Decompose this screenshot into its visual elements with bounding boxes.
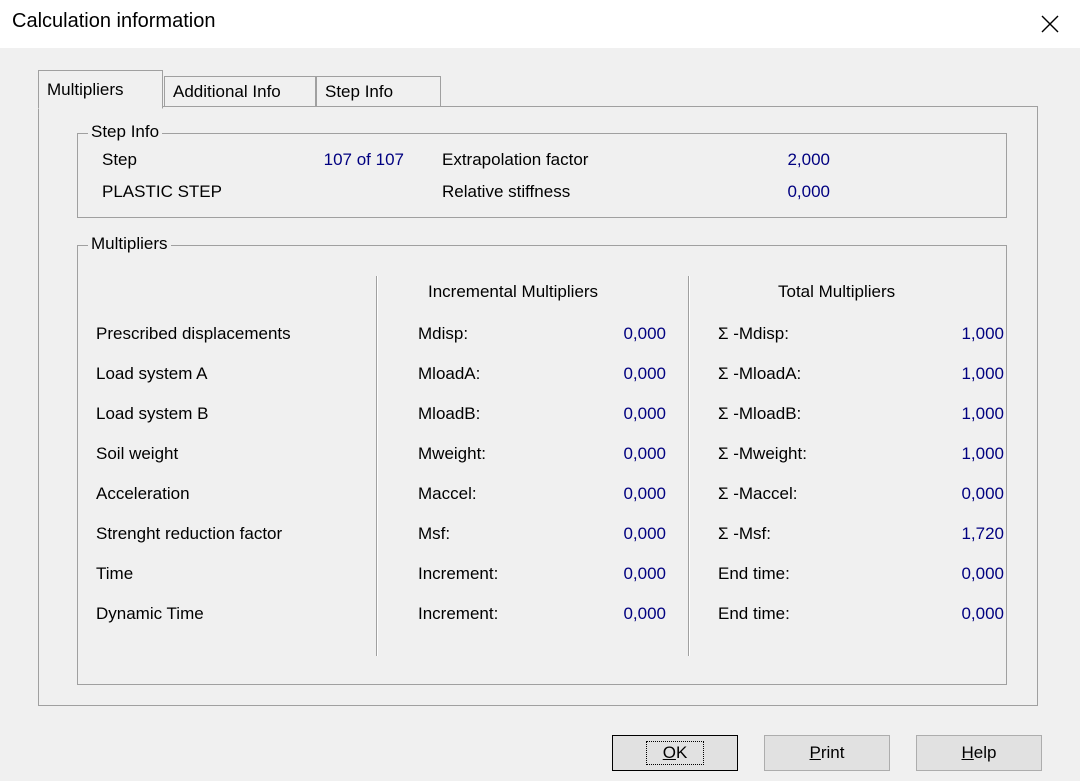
row-name: Soil weight xyxy=(96,444,179,463)
total-label: Σ -Mweight: xyxy=(718,444,807,463)
help-button[interactable]: Help xyxy=(916,735,1042,771)
total-value: 0,000 xyxy=(961,564,1004,583)
incremental-value: 0,000 xyxy=(623,564,666,583)
print-button[interactable]: Print xyxy=(764,735,890,771)
incremental-value: 0,000 xyxy=(623,604,666,623)
step-type: PLASTIC STEP xyxy=(102,182,222,201)
column-divider xyxy=(376,276,378,656)
total-label: Σ -Maccel: xyxy=(718,484,798,503)
tab-step-info[interactable]: Step Info xyxy=(316,76,441,108)
tab-multipliers[interactable]: Multipliers xyxy=(38,70,163,109)
total-label: Σ -Mdisp: xyxy=(718,324,789,343)
stiffness-label: Relative stiffness xyxy=(442,182,571,201)
incremental-label: Mweight: xyxy=(418,444,487,463)
incremental-label: MloadB: xyxy=(418,404,481,423)
row-name: Acceleration xyxy=(96,484,190,503)
total-value: 1,000 xyxy=(961,324,1004,343)
row-name: Strenght reduction factor xyxy=(96,524,283,543)
multipliers-panel: Step Info Step 107 of 107 PLASTIC STEP E… xyxy=(38,106,1038,706)
row-name: Dynamic Time xyxy=(96,604,204,623)
step-info-group: Step Info Step 107 of 107 PLASTIC STEP E… xyxy=(77,122,1007,218)
tab-additional-info[interactable]: Additional Info xyxy=(164,76,316,108)
dialog-body: Multipliers Additional Info Step Info St… xyxy=(0,48,1080,781)
incremental-label: Mdisp: xyxy=(418,324,469,343)
close-icon xyxy=(1041,15,1059,33)
incremental-label: MloadA: xyxy=(418,364,481,383)
incremental-value: 0,000 xyxy=(623,444,666,463)
total-value: 1,000 xyxy=(961,364,1004,383)
total-value: 1,000 xyxy=(961,444,1004,463)
total-label: End time: xyxy=(718,564,790,583)
row-name: Load system A xyxy=(96,364,208,383)
total-value: 1,720 xyxy=(961,524,1004,543)
row-name: Prescribed displacements xyxy=(96,324,291,343)
close-button[interactable] xyxy=(1020,0,1080,48)
incremental-label: Increment: xyxy=(418,604,499,623)
total-label: End time: xyxy=(718,604,790,623)
ok-button[interactable]: OK xyxy=(612,735,738,771)
step-label: Step xyxy=(102,150,137,169)
incremental-header: Incremental Multipliers xyxy=(428,282,599,301)
extrapolation-label: Extrapolation factor xyxy=(442,150,589,169)
stiffness-value: 0,000 xyxy=(787,182,830,201)
incremental-label: Maccel: xyxy=(418,484,477,503)
multipliers-legend: Multipliers xyxy=(88,234,171,254)
title-bar: Calculation information xyxy=(0,0,1080,48)
incremental-value: 0,000 xyxy=(623,484,666,503)
total-header: Total Multipliers xyxy=(778,282,896,301)
row-name: Load system B xyxy=(96,404,209,423)
incremental-label: Increment: xyxy=(418,564,499,583)
multipliers-group: Multipliers Incremental Multipliers Tota… xyxy=(77,234,1007,685)
incremental-value: 0,000 xyxy=(623,524,666,543)
incremental-value: 0,000 xyxy=(623,364,666,383)
total-label: Σ -MloadB: xyxy=(718,404,802,423)
incremental-value: 0,000 xyxy=(623,404,666,423)
total-label: Σ -Msf: xyxy=(718,524,772,543)
total-value: 0,000 xyxy=(961,484,1004,503)
step-value: 107 of 107 xyxy=(323,150,404,169)
total-value: 0,000 xyxy=(961,604,1004,623)
incremental-label: Msf: xyxy=(418,524,451,543)
total-label: Σ -MloadA: xyxy=(718,364,802,383)
step-info-legend: Step Info xyxy=(88,122,163,142)
row-name: Time xyxy=(96,564,134,583)
window-title: Calculation information xyxy=(12,10,216,32)
column-divider xyxy=(688,276,690,656)
extrapolation-value: 2,000 xyxy=(787,150,830,169)
incremental-value: 0,000 xyxy=(623,324,666,343)
total-value: 1,000 xyxy=(961,404,1004,423)
